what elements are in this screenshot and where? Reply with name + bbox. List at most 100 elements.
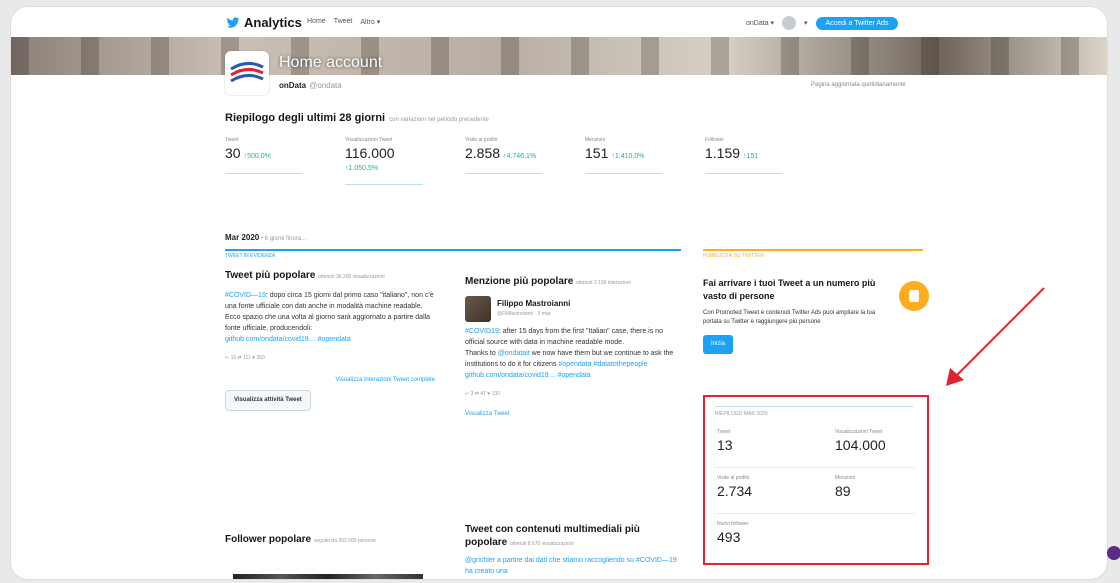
nav-tweet[interactable]: Tweet [334, 18, 353, 26]
nav-links: Home Tweet Altro ▾ [307, 18, 380, 26]
stat-followers: Follower 1.159 ↑151 [705, 137, 783, 174]
stat-value: 2.858 ↑4.746,1% [465, 145, 537, 161]
account-handle: @ondata [309, 81, 342, 90]
nav-right: onData ▾ ▾ Accedi a Twitter Ads [746, 16, 899, 30]
view-tweet-activity-button[interactable]: Visualizza attività Tweet [225, 390, 311, 411]
cell-label: Nuovi follower [717, 521, 749, 527]
top-mention-meta: ottenuti 2.136 interazioni [576, 280, 631, 286]
page-title: Home account [279, 54, 383, 71]
mention-github-link[interactable]: github.com/ondata/covid19… #opendata [465, 370, 679, 381]
author-handle: @FilMastroianni · 3 mar [497, 311, 551, 317]
top-tweet-meta: ottenuti 36.200 visualizzazioni [318, 274, 385, 280]
stat-value: 30 ↑500,0% [225, 145, 271, 161]
top-tweet-title: Tweet più popolare ottenuti 36.200 visua… [225, 270, 385, 281]
stat-value: 116.000 [345, 145, 395, 161]
top-media-meta: ottenuti 8.670 visualizzazioni [510, 541, 574, 547]
stat-tweets: Tweet 30 ↑500,0% [225, 137, 303, 174]
top-tweet-card: Tweet più popolare ottenuti 36.200 visua… [225, 269, 435, 411]
stat-sparkline [225, 164, 303, 174]
stat-sparkline [705, 164, 783, 174]
twitter-bird-icon [226, 16, 240, 28]
corner-badge-icon [1107, 546, 1120, 560]
stat-mentions: Menzioni 151 ↑1.410,0% [585, 137, 663, 174]
summary-title: Riepilogo degli ultimi 28 giorni con vari… [225, 112, 489, 124]
stat-label: Follower [705, 137, 724, 143]
promo-title: Fai arrivare i tuoi Tweet a un numero pi… [703, 278, 876, 301]
stat-value: 151 ↑1.410,0% [585, 145, 645, 161]
month-title: Mar 2020 • 6 giorni finora... [225, 233, 307, 242]
summary-cell-mentions: Menzioni 89 [835, 475, 855, 499]
top-tweet-text-2: Ecco spazio che una volta al giorno sarà… [225, 314, 431, 332]
top-mention-text: #COVID19: after 15 days from the first "… [465, 328, 663, 346]
section-divider [225, 249, 681, 251]
cell-divider [715, 467, 915, 468]
promo-label: PUBBLICITÀ SU TWITTER [703, 253, 765, 259]
view-tweet-link[interactable]: Visualizza Tweet [465, 411, 509, 417]
cell-value: 104.000 [835, 437, 886, 453]
hashtag-link[interactable]: #COVID—19 [225, 292, 266, 299]
opendata-hashtag[interactable]: #opendata [318, 336, 351, 343]
cell-value: 493 [717, 529, 741, 545]
stat-impressions: Visualizzazioni Tweet 116.000 ↑1.050,5% [345, 137, 423, 185]
monthly-summary-header: RIEPILOGO MAR 2020 [715, 406, 913, 417]
top-media-card: Tweet con contenuti multimediali più pop… [465, 523, 679, 577]
github-link[interactable]: github.com/ondata/covid19… [225, 336, 316, 343]
cell-value: 2.734 [717, 483, 753, 499]
author-avatar [465, 296, 491, 322]
top-mention-title: Menzione più popolare ottenuti 2.136 int… [465, 276, 631, 287]
mention-hashtags[interactable]: #opendata #datatothepeople [558, 361, 647, 368]
stat-label: Tweet [225, 137, 239, 143]
nav-home[interactable]: Home [307, 18, 326, 26]
top-mention-text-2: Thanks to @ondatait we now have them but… [465, 350, 674, 368]
summary-subtitle: con variazioni nel periodo precedente [389, 117, 489, 123]
red-arrow-annotation-icon [946, 287, 1045, 386]
top-tweet-text: #COVID—19: dopo circa 15 giorni dal prim… [225, 292, 434, 310]
top-follower-card: Follower popolare seguito da 203.000 per… [225, 533, 435, 548]
account-name: onData @ondata [279, 81, 342, 90]
top-navigation: Analytics Home Tweet Altro ▾ onData ▾ ▾ … [11, 7, 1107, 37]
header-banner-photo [11, 37, 1107, 75]
mention-link[interactable]: @ondatait [498, 350, 530, 357]
cell-label: Visite al profilo [717, 475, 750, 481]
avatar [225, 51, 269, 95]
promo-icon [899, 281, 929, 311]
monthly-summary-box: RIEPILOGO MAR 2020 Tweet 13 Visualizzazi… [703, 395, 929, 565]
summary-title-text: Riepilogo degli ultimi 28 giorni [225, 112, 386, 124]
stat-profile-visits: Visite al profilo 2.858 ↑4.746,1% [465, 137, 543, 174]
summary-cell-tweets: Tweet 13 [717, 429, 733, 453]
brand[interactable]: Analytics [226, 15, 302, 30]
promo-text: Con Promoted Tweet e contenuti Twitter A… [703, 310, 876, 325]
stat-change: ↑151 [743, 153, 759, 160]
stat-change: ↑4.746,1% [503, 153, 537, 160]
promo-start-button[interactable]: Inizia [703, 335, 734, 354]
stat-value: 1.159 ↑151 [705, 145, 759, 161]
twitter-ads-button[interactable]: Accedi a Twitter Ads [815, 16, 899, 30]
summary-cell-new-followers: Nuovi follower 493 [717, 521, 748, 545]
cell-label: Menzioni [835, 475, 856, 481]
settings-chevron-icon[interactable]: ▾ [804, 19, 808, 27]
covid-hashtag[interactable]: #COVID19 [465, 328, 499, 335]
promo-divider [703, 249, 923, 251]
stat-change: ↑1.410,0% [611, 153, 645, 160]
follower-banner-image [233, 574, 423, 579]
top-tweet-links: github.com/ondata/covid19… #opendata [225, 334, 435, 345]
stat-label: Menzioni [585, 137, 606, 143]
cell-label: Visualizzazioni Tweet [835, 429, 883, 435]
ondata-logo-icon [230, 62, 264, 83]
cell-divider [715, 513, 915, 514]
stat-change: ↑1.050,5% [345, 165, 379, 172]
summary-cell-impressions: Visualizzazioni Tweet 104.000 [835, 429, 886, 453]
cell-value: 89 [835, 483, 851, 499]
cell-value: 13 [717, 437, 733, 453]
settings-icon[interactable] [782, 16, 797, 30]
mention-author[interactable]: Filippo Mastroianni @FilMastroianni · 3 … [465, 296, 679, 322]
nav-more[interactable]: Altro ▾ [360, 18, 380, 26]
account-display-name: onData [279, 81, 307, 90]
updated-note: Pagina aggiornata quotidianamente [811, 82, 906, 88]
cell-label: Tweet [717, 429, 731, 435]
account-menu[interactable]: onData ▾ [746, 19, 774, 27]
top-mention-card: Menzione più popolare ottenuti 2.136 int… [465, 275, 679, 420]
view-interactions-link[interactable]: Visualizza interazioni Tweet complete [336, 377, 436, 383]
tweet-activity-row: Visualizza interazioni Tweet complete [225, 374, 436, 386]
top-follower-title: Follower popolare seguito da 203.000 per… [225, 534, 376, 545]
